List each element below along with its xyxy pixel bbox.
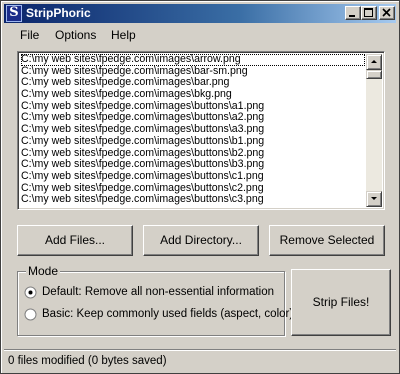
status-bar: 0 files modified (0 bytes saved) — [4, 349, 396, 371]
list-item[interactable]: C:\my web sites\fpedge.com\images\bkg.pn… — [21, 88, 365, 101]
vertical-scrollbar[interactable] — [366, 54, 382, 207]
menu-bar: File Options Help — [4, 25, 396, 45]
arrow-down-icon — [371, 197, 377, 200]
radio-unselected-icon[interactable] — [24, 308, 37, 321]
arrow-up-icon — [371, 60, 377, 63]
close-button[interactable] — [379, 6, 395, 20]
remove-selected-button[interactable]: Remove Selected — [269, 225, 385, 256]
scroll-down-button[interactable] — [366, 191, 382, 207]
mode-group: Mode Default: Remove all non-essential i… — [17, 264, 293, 336]
add-directory-button[interactable]: Add Directory... — [143, 225, 259, 256]
file-list[interactable]: C:\my web sites\fpedge.com\images\arrow.… — [17, 51, 385, 210]
title-bar[interactable]: S StripPhoric — [4, 4, 396, 23]
mode-group-label: Mode — [26, 264, 61, 278]
close-icon — [382, 8, 391, 17]
file-list-items: C:\my web sites\fpedge.com\images\arrow.… — [21, 53, 365, 206]
minimize-button[interactable] — [345, 6, 361, 20]
scroll-thumb[interactable] — [366, 70, 382, 79]
mode-default-label: Default: Remove all non-essential inform… — [42, 286, 275, 298]
minimize-icon — [349, 15, 355, 17]
strip-files-button[interactable]: Strip Files! — [291, 269, 391, 336]
menu-help[interactable]: Help — [111, 28, 136, 42]
app-icon[interactable]: S — [6, 5, 22, 22]
add-files-button[interactable]: Add Files... — [17, 225, 133, 256]
status-text: 0 files modified (0 bytes saved) — [8, 355, 167, 367]
radio-selected-icon[interactable] — [24, 286, 37, 299]
list-item[interactable]: C:\my web sites\fpedge.com\images\button… — [21, 135, 365, 148]
window-title: StripPhoric — [26, 6, 91, 20]
maximize-button[interactable] — [361, 6, 377, 20]
mode-basic-label: Basic: Keep commonly used fields (aspect… — [42, 308, 294, 320]
scroll-up-button[interactable] — [366, 54, 382, 70]
list-item[interactable]: C:\my web sites\fpedge.com\images\arrow.… — [21, 53, 365, 66]
list-item[interactable]: C:\my web sites\fpedge.com\images\button… — [21, 170, 365, 183]
maximize-icon — [364, 8, 373, 17]
list-item[interactable]: C:\my web sites\fpedge.com\images\button… — [21, 194, 365, 206]
menu-file[interactable]: File — [20, 28, 39, 42]
menu-options[interactable]: Options — [55, 28, 96, 42]
app-window: S StripPhoric File Options Help C:\my we… — [0, 0, 400, 374]
